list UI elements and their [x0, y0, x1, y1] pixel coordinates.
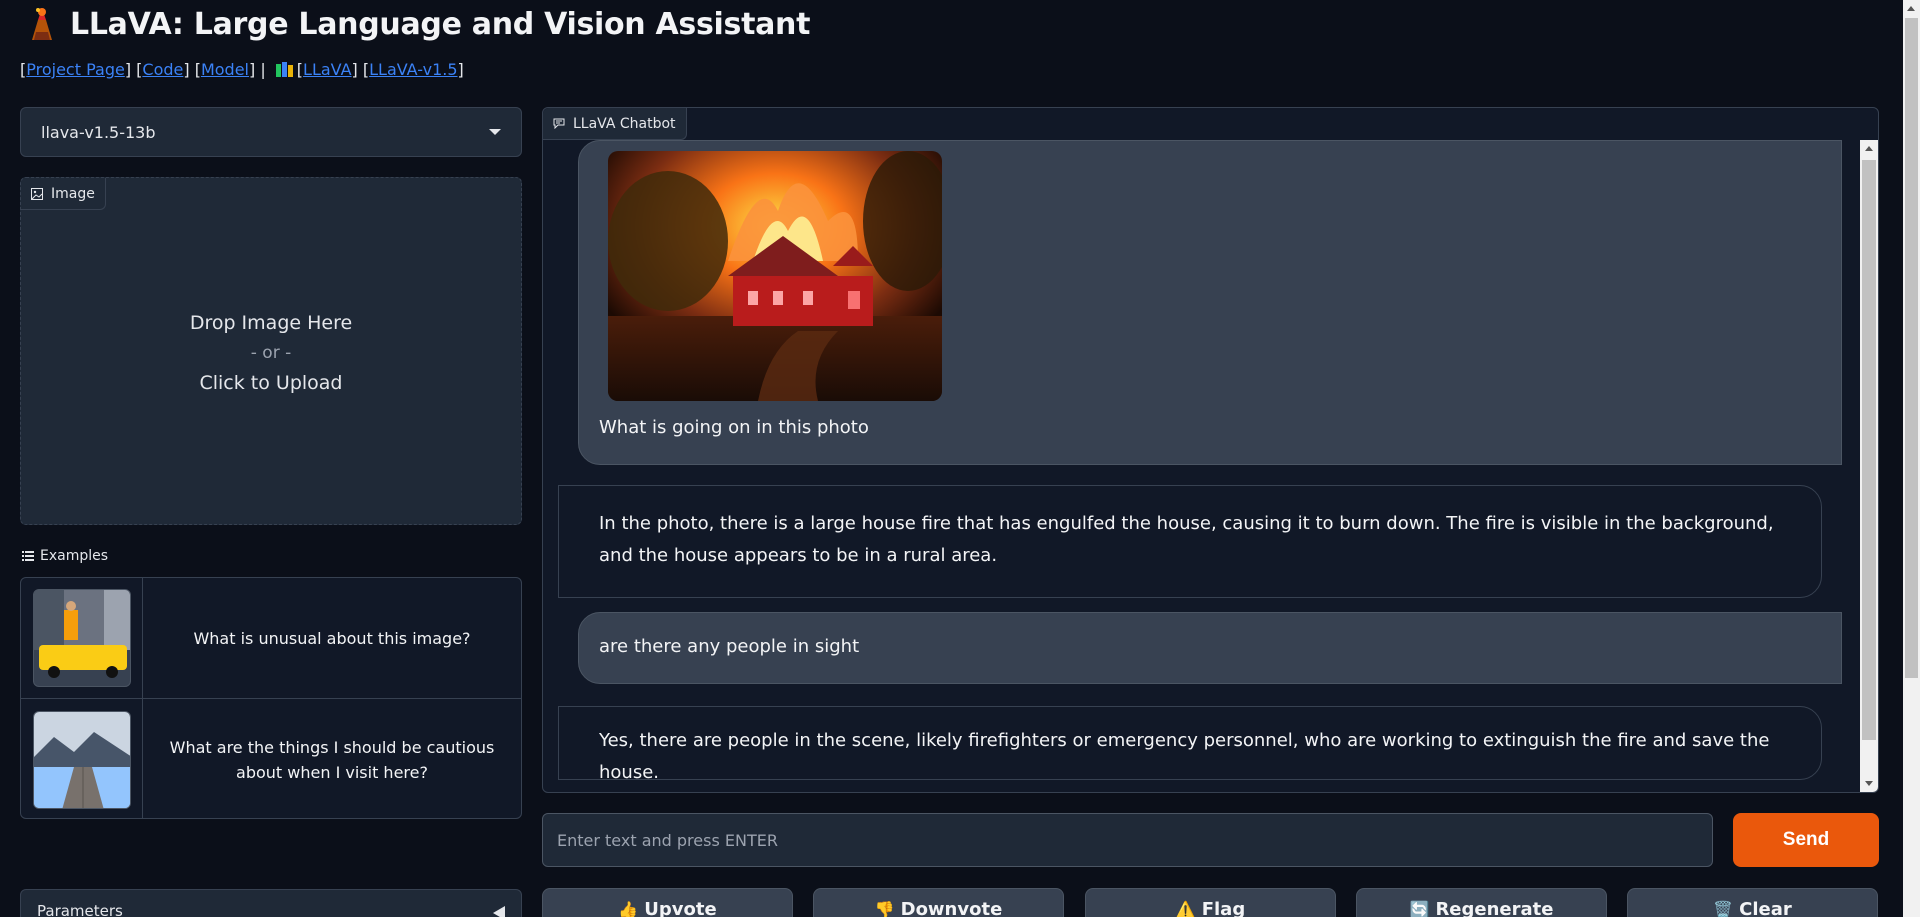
thumbs-up-icon: 👍 [618, 900, 639, 917]
trash-icon: 🗑️ [1713, 900, 1734, 917]
chatbot-label: LLaVA Chatbot [543, 108, 687, 140]
warning-icon: ⚠️ [1175, 900, 1196, 917]
user-message-text: are there any people in sight [599, 636, 860, 657]
drop-image-text: Drop Image Here [189, 312, 353, 334]
assistant-message-text: In the photo, there is a large house fir… [599, 513, 1774, 566]
click-to-upload-text: Click to Upload [199, 372, 343, 394]
assistant-message-text: Yes, there are people in the scene, like… [599, 730, 1770, 783]
page: LLaVA: Large Language and Vision Assista… [0, 0, 1920, 917]
chat-scrollbar-thumb[interactable] [1862, 160, 1876, 740]
image-upload-area[interactable]: Image Drop Image Here - or - Click to Up… [20, 177, 522, 525]
examples-label: Examples [22, 548, 108, 564]
parameters-label: Parameters [37, 902, 123, 917]
collapse-arrow-icon [493, 906, 505, 917]
example-thumbnail-taxi [32, 589, 131, 687]
header: LLaVA: Large Language and Vision Assista… [24, 6, 810, 42]
page-scrollbar[interactable] [1903, 0, 1920, 917]
uploaded-fire-photo [608, 151, 942, 401]
volcano-icon [24, 6, 60, 42]
chat-scrollbar[interactable] [1860, 140, 1878, 792]
example-prompt-text: What are the things I should be cautious… [169, 737, 495, 782]
model-dropdown-value: llava-v1.5-13b [41, 122, 156, 142]
example-thumbnail-lake-dock [32, 710, 131, 809]
refresh-icon: 🔄 [1409, 900, 1430, 917]
send-button[interactable]: Send [1733, 813, 1879, 867]
user-message: are there any people in sight [578, 612, 1842, 684]
or-text: - or - [250, 343, 292, 363]
scroll-up-arrow-icon[interactable] [1865, 146, 1873, 151]
model-link[interactable]: Model [201, 60, 249, 79]
chat-icon [553, 118, 565, 129]
parameters-accordion[interactable]: Parameters [20, 889, 522, 917]
thumbs-down-icon: 👎 [874, 900, 895, 917]
upvote-button[interactable]: 👍 Upvote [542, 888, 793, 917]
example-prompt-text: What is unusual about this image? [193, 628, 471, 648]
user-message-text: What is going on in this photo [599, 417, 869, 438]
code-link[interactable]: Code [142, 60, 183, 79]
example-row[interactable]: What is unusual about this image? [21, 578, 521, 699]
clear-button[interactable]: 🗑️ Clear [1627, 888, 1878, 917]
llava-v15-link[interactable]: LLaVA-v1.5 [369, 60, 457, 79]
flag-button[interactable]: ⚠️ Flag [1085, 888, 1336, 917]
regenerate-button[interactable]: 🔄 Regenerate [1356, 888, 1607, 917]
project-page-link[interactable]: Project Page [26, 60, 125, 79]
assistant-message: Yes, there are people in the scene, like… [558, 706, 1822, 783]
books-icon [275, 62, 294, 77]
example-row[interactable]: What are the things I should be cautious… [21, 699, 521, 818]
model-dropdown[interactable]: llava-v1.5-13b [20, 107, 522, 157]
chevron-down-icon [489, 129, 501, 135]
list-icon [22, 551, 34, 561]
page-scroll-up-arrow-icon[interactable] [1907, 6, 1915, 11]
user-message: What is going on in this photo [578, 140, 1842, 465]
examples-table: What is unusual about this image? What a… [20, 577, 522, 819]
header-links: [Project Page] [Code] [Model] | [LLaVA] … [20, 60, 464, 79]
llava-link[interactable]: LLaVA [303, 60, 352, 79]
image-panel-label: Image [21, 178, 106, 210]
page-title: LLaVA: Large Language and Vision Assista… [70, 6, 811, 42]
image-icon [31, 187, 43, 200]
downvote-button[interactable]: 👎 Downvote [813, 888, 1064, 917]
scroll-down-arrow-icon[interactable] [1865, 781, 1873, 786]
chat-text-input[interactable] [542, 813, 1713, 867]
chatbot-panel: LLaVA Chatbot What is going on in this p… [542, 107, 1879, 793]
page-scrollbar-thumb[interactable] [1905, 18, 1918, 678]
drop-zone-text: Drop Image Here - or - Click to Upload [21, 308, 521, 398]
assistant-message: In the photo, there is a large house fir… [558, 485, 1822, 598]
